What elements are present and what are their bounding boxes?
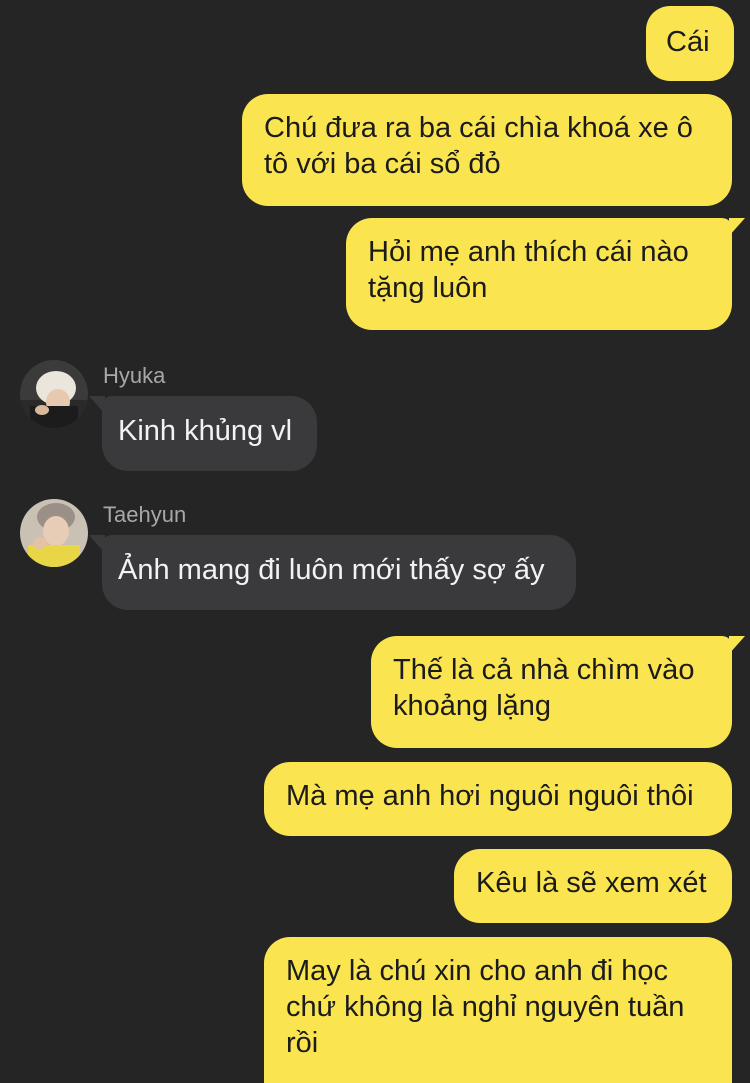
sender-name: Hyuka	[103, 363, 166, 388]
avatar-hyuka-image	[20, 360, 88, 428]
avatar-taehyun-image	[20, 499, 88, 567]
incoming-message[interactable]: Ảnh mang đi luôn mới thấy sợ ấy	[89, 535, 576, 610]
outgoing-message[interactable]: Kêu là sẽ xem xét	[454, 849, 732, 923]
outgoing-message[interactable]: Thế là cả nhà chìm vào khoảng lặng	[371, 636, 745, 748]
avatar-hyuka[interactable]	[20, 360, 88, 428]
outgoing-message[interactable]: Mà mẹ anh hơi nguôi nguôi thôi	[264, 762, 732, 836]
outgoing-message[interactable]: May là chú xin cho anh đi học chứ không …	[264, 937, 732, 1083]
incoming-message[interactable]: Kinh khủng vl	[89, 396, 317, 471]
outgoing-message[interactable]: Chú đưa ra ba cái chìa khoá xe ô tô với …	[242, 94, 732, 206]
outgoing-message[interactable]: Hỏi mẹ anh thích cái nào tặng luôn	[346, 218, 745, 330]
sender-name: Taehyun	[103, 502, 187, 527]
outgoing-message[interactable]: Cái	[646, 6, 734, 81]
avatar-taehyun[interactable]	[20, 499, 88, 567]
